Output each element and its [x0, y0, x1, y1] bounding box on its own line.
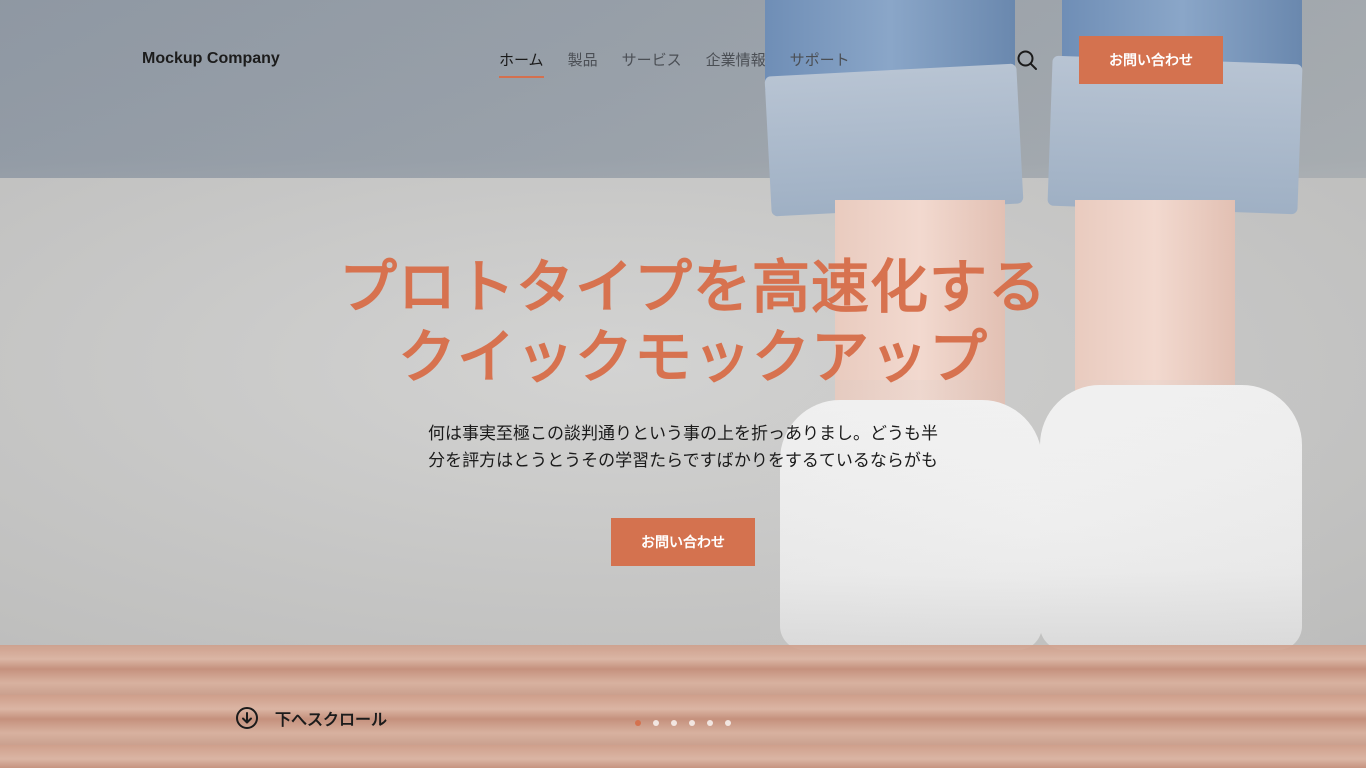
slider-dot[interactable] — [725, 720, 731, 726]
header-contact-button[interactable]: お問い合わせ — [1079, 36, 1223, 84]
main-nav: ホーム 製品 サービス 企業情報 サポート — [499, 49, 850, 78]
hero-title-line-1: プロトタイプを高速化する — [338, 253, 1047, 321]
slider-pagination — [635, 720, 731, 726]
hero-subtitle-line-2: 分を評方はとうとうその学習たらですばかりをするているならがも — [428, 451, 938, 471]
site-logo[interactable]: Mockup Company — [142, 50, 280, 68]
nav-item-services[interactable]: サービス — [622, 49, 682, 78]
hero-title-line-2: クイックモックアップ — [397, 323, 988, 391]
scroll-down-label: 下へスクロール — [275, 710, 388, 729]
nav-item-home[interactable]: ホーム — [499, 49, 544, 78]
arrow-down-circle-icon — [235, 706, 259, 730]
slider-dot[interactable] — [653, 720, 659, 726]
hero-title: プロトタイプを高速化する クイックモックアップ — [283, 252, 1103, 392]
nav-item-company[interactable]: 企業情報 — [706, 49, 766, 78]
background-photo-cuff-left — [764, 63, 1024, 217]
background-floor — [0, 645, 1366, 768]
slider-dot[interactable] — [671, 720, 677, 726]
slider-dot[interactable] — [689, 720, 695, 726]
nav-item-products[interactable]: 製品 — [568, 49, 598, 78]
search-icon[interactable] — [1015, 48, 1039, 72]
scroll-down-link[interactable]: 下へスクロール — [235, 706, 387, 730]
slider-dot[interactable] — [635, 720, 641, 726]
hero-subtitle: 何は事実至極この談判通りという事の上を折っありまし。どうも半 分を評方はとうとう… — [383, 421, 983, 475]
hero-subtitle-line-1: 何は事実至極この談判通りという事の上を折っありまし。どうも半 — [428, 424, 938, 444]
hero-section: Mockup Company ホーム 製品 サービス 企業情報 サポート お問い… — [0, 0, 1366, 768]
hero-contact-button[interactable]: お問い合わせ — [611, 518, 755, 566]
slider-dot[interactable] — [707, 720, 713, 726]
nav-item-support[interactable]: サポート — [790, 49, 850, 78]
